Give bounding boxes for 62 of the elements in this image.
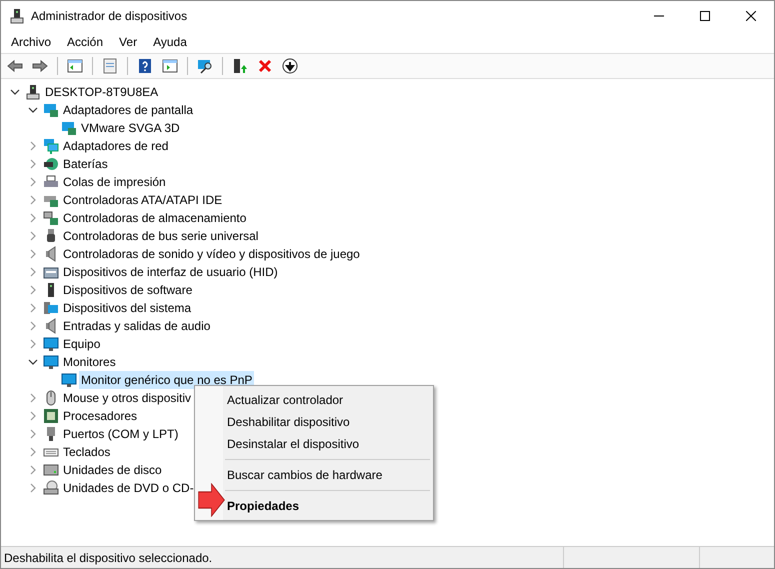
tree-item[interactable]: Colas de impresión (61, 173, 168, 191)
battery-icon (43, 156, 59, 172)
status-text: Deshabilita el dispositivo seleccionado. (3, 550, 214, 566)
forward-arrow-icon (32, 58, 48, 74)
context-menu-item[interactable]: Desinstalar el dispositivo (227, 435, 360, 453)
window-panel-icon (67, 58, 83, 74)
close-icon (257, 58, 273, 74)
maximize-icon (700, 11, 710, 21)
tree-item[interactable]: Puertos (COM y LPT) (61, 425, 180, 443)
menu-item[interactable]: Ayuda (145, 31, 195, 53)
context-menu-item[interactable]: Actualizar controlador (227, 391, 344, 409)
disk-drive-icon (43, 462, 59, 478)
menu-item[interactable]: Archivo (3, 31, 60, 53)
display-adapter-icon (61, 120, 77, 136)
tree-item[interactable]: VMware SVGA 3D (79, 119, 182, 137)
monitor-icon (43, 336, 59, 352)
storage-controller-icon (43, 210, 59, 226)
monitor-search-icon (197, 58, 213, 74)
optical-drive-icon (43, 480, 59, 496)
help-icon (137, 58, 153, 74)
context-menu-item[interactable]: Buscar cambios de hardware (227, 466, 382, 484)
display-adapter-icon (43, 102, 59, 118)
tree-item[interactable]: Mouse y otros dispositiv (61, 389, 194, 407)
pointer-arrow-icon (198, 483, 225, 517)
tree-item[interactable]: DESKTOP-8T9U8EA (43, 83, 160, 101)
tree-item[interactable]: Procesadores (61, 407, 140, 425)
down-arrow-circle-icon (282, 58, 298, 74)
close-icon (746, 11, 756, 21)
tree-item[interactable]: Dispositivos de interfaz de usuario (HID) (61, 263, 280, 281)
monitor-icon (61, 372, 77, 388)
tree-item[interactable]: Equipo (61, 335, 102, 353)
network-icon (43, 138, 59, 154)
computer-icon (25, 84, 41, 100)
tree-item[interactable]: Monitor genérico que no es PnP (79, 371, 254, 389)
tree-item[interactable]: Unidades de DVD o CD- (61, 479, 196, 497)
system-icon (43, 300, 59, 316)
context-menu-item[interactable]: Deshabilitar dispositivo (227, 413, 350, 431)
tree-item[interactable]: Controladoras de sonido y vídeo y dispositivos de juego (61, 245, 362, 263)
tree-item[interactable]: Adaptadores de pantalla (61, 101, 196, 119)
document-icon (102, 58, 118, 74)
window-panel-icon (162, 58, 178, 74)
printer-icon (43, 174, 59, 190)
monitor-icon (43, 354, 59, 370)
menu-item[interactable]: Acción (59, 31, 112, 53)
tree-item[interactable]: Dispositivos del sistema (61, 299, 194, 317)
tree-item[interactable]: Teclados (61, 443, 112, 461)
context-menu-item[interactable]: Propiedades (227, 497, 300, 515)
processor-icon (43, 408, 59, 424)
window-title: Administrador de dispositivos (31, 8, 188, 25)
tree-item[interactable]: Dispositivos de software (61, 281, 194, 299)
computer-icon (9, 8, 25, 24)
tree-item[interactable]: Controladoras ATA/ATAPI IDE (61, 191, 224, 209)
tree-item[interactable]: Entradas y salidas de audio (61, 317, 212, 335)
tree-item[interactable]: Controladoras de almacenamiento (61, 209, 248, 227)
tree-item[interactable]: Unidades de disco (61, 461, 164, 479)
tree-item[interactable]: Controladoras de bus serie universal (61, 227, 260, 245)
menu-item[interactable]: Ver (111, 31, 146, 53)
tree-item[interactable]: Adaptadores de red (61, 137, 170, 155)
back-arrow-icon (7, 58, 23, 74)
tree-item[interactable]: Monitores (61, 353, 118, 371)
device-up-arrow-icon (232, 58, 248, 74)
tree-item[interactable]: Baterías (61, 155, 110, 173)
